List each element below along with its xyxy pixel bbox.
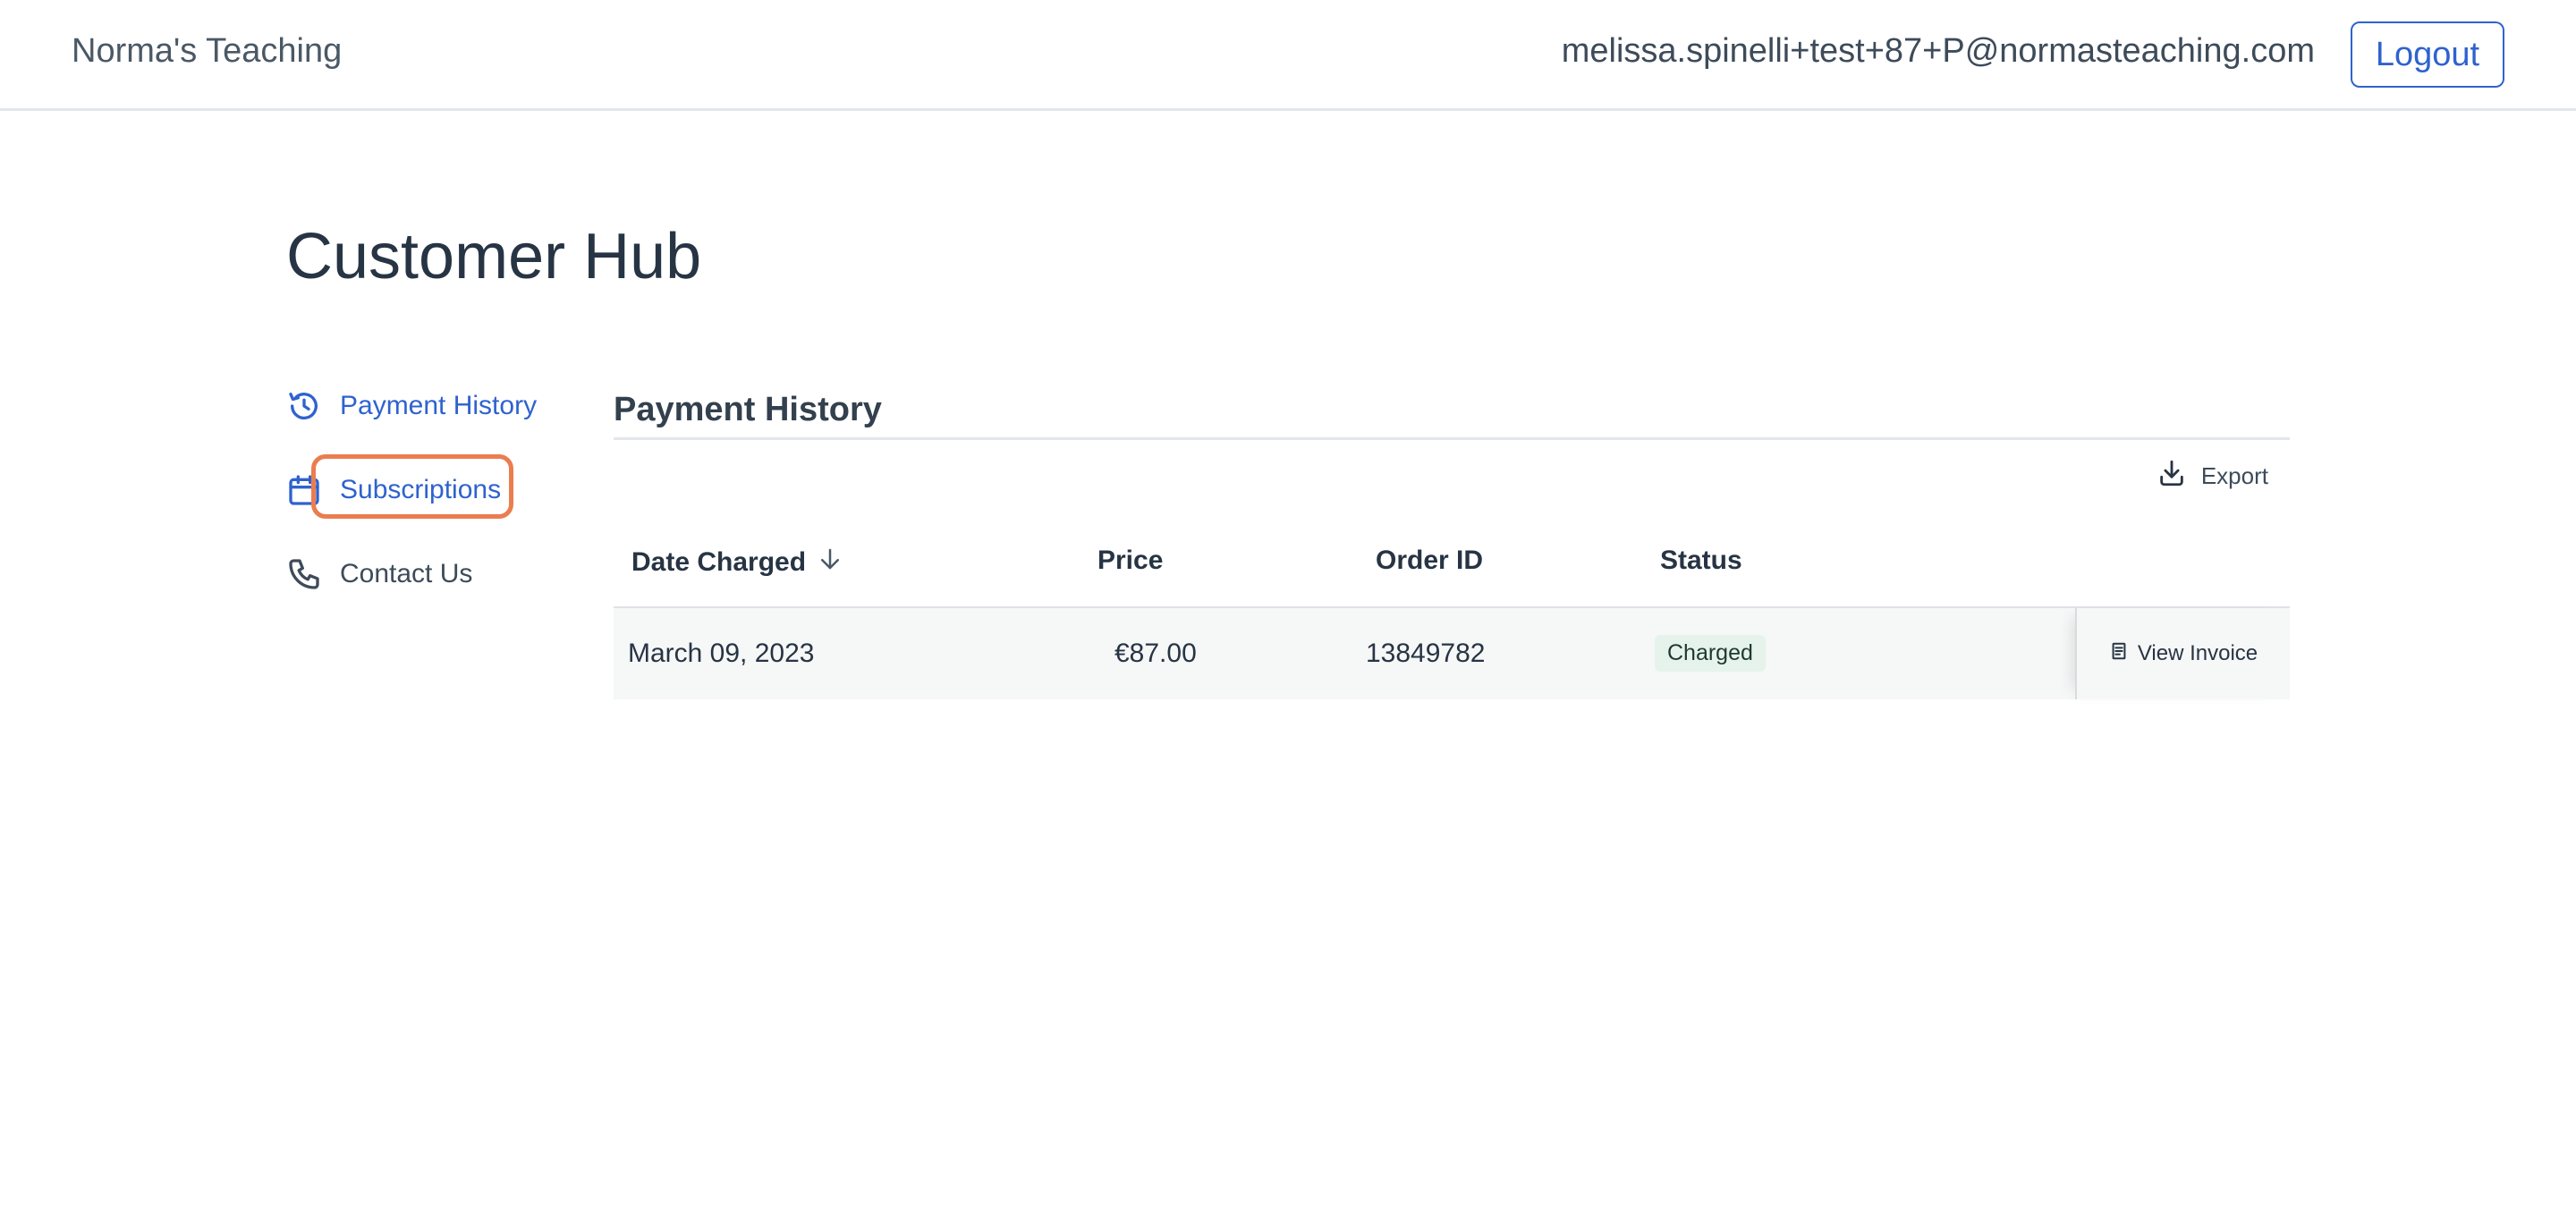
column-header-label: Date Charged (631, 547, 807, 577)
cell-price: €87.00 (1114, 639, 1197, 668)
sidebar-item-payment-history[interactable]: Payment History (286, 379, 537, 433)
phone-icon (286, 556, 322, 592)
sidebar-item-subscriptions[interactable]: Subscriptions (286, 463, 501, 517)
section-title: Payment History (614, 379, 2290, 440)
document-icon (2109, 641, 2129, 667)
page-title: Customer Hub (286, 221, 702, 292)
table-header: Date Charged Price Order ID Status (614, 517, 2290, 608)
cell-order-id: 13849782 (1366, 639, 1486, 668)
sidebar-item-label: Payment History (340, 391, 538, 420)
export-label: Export (2200, 462, 2268, 489)
column-header-date-charged[interactable]: Date Charged (631, 546, 843, 580)
table-toolbar: Export (614, 440, 2290, 517)
user-email: melissa.spinelli+test+87+P@normasteachin… (1561, 32, 2315, 70)
main-content: Payment History Export Date Charged Pric… (614, 379, 2290, 699)
top-navbar: Norma's Teaching melissa.spinelli+test+8… (0, 0, 2576, 111)
calendar-icon (286, 472, 322, 508)
column-header-order-id: Order ID (1376, 546, 1484, 575)
sidebar-item-label: Subscriptions (340, 475, 502, 504)
view-invoice-label: View Invoice (2137, 641, 2258, 665)
cell-date-charged: March 09, 2023 (628, 639, 815, 668)
brand-name[interactable]: Norma's Teaching (72, 32, 342, 71)
sidebar-item-contact-us[interactable]: Contact Us (286, 547, 472, 601)
view-invoice-button[interactable]: View Invoice (2075, 608, 2290, 699)
history-icon (286, 388, 322, 424)
export-button[interactable]: Export (2157, 458, 2268, 495)
table-row: March 09, 2023 €87.00 13849782 Charged V… (614, 608, 2290, 699)
sidebar-item-label: Contact Us (340, 559, 473, 588)
column-header-status: Status (1660, 546, 1742, 575)
arrow-down-icon (817, 546, 843, 580)
status-badge: Charged (1655, 635, 1766, 672)
logout-button[interactable]: Logout (2351, 21, 2504, 88)
download-icon (2157, 458, 2187, 495)
column-header-price: Price (1097, 546, 1164, 575)
